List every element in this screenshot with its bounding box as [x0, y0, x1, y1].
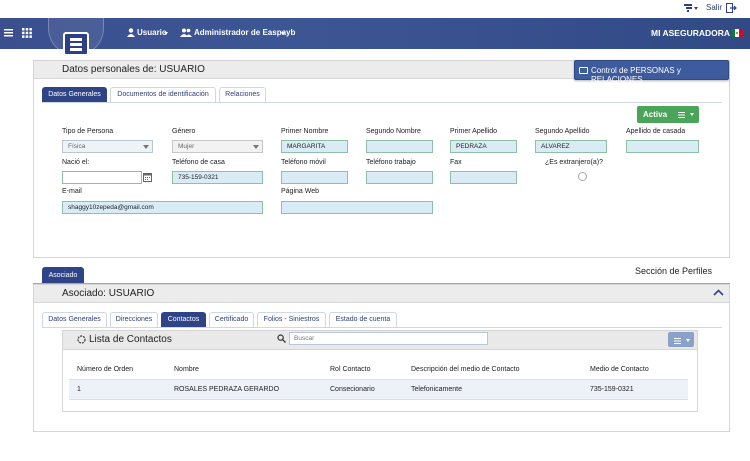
primer-nombre-label: Primer Nombre [281, 128, 329, 135]
tab-asociado[interactable]: Asociado [42, 267, 84, 283]
col-nombre: Nombre [174, 366, 199, 373]
apellido-casada-field[interactable] [626, 140, 699, 153]
primer-nombre-field[interactable]: MARGARITA [281, 140, 348, 153]
page-title: Datos personales de: USUARIO [62, 64, 205, 75]
search-icon [277, 334, 286, 343]
tab-folios[interactable]: Folios - Siniestros [257, 312, 326, 327]
primer-apellido-label: Primer Apellido [450, 128, 498, 135]
segundo-nombre-field[interactable] [366, 140, 433, 153]
tel-trabajo-label: Teléfono trabajo [366, 159, 416, 166]
cell-medio-contacto: 735-159-0321 [590, 386, 634, 393]
tel-casa-field[interactable]: 735-159-0321 [172, 171, 263, 184]
notification-icon[interactable] [683, 3, 693, 13]
fax-field[interactable] [450, 171, 517, 184]
tab-direcciones[interactable]: Direcciones [110, 312, 158, 327]
tipo-persona-label: Tipo de Persona [62, 128, 114, 135]
associate-title: Asociado: USUARIO [62, 288, 155, 299]
col-rol-contacto: Rol Contacto [330, 366, 371, 373]
tel-trabajo-field[interactable] [366, 171, 433, 184]
segundo-nombre-label: Segundo Nombre [366, 128, 421, 135]
exit-link[interactable]: Salir [706, 3, 722, 12]
main-navbar: Usuario Administrador de Easpayb MI ASEG… [0, 16, 750, 56]
fax-label: Fax [450, 159, 462, 166]
genero-value: Mujer [178, 143, 195, 150]
mexico-flag-icon[interactable] [731, 29, 743, 37]
tab-relaciones[interactable]: Relaciones [219, 87, 266, 102]
status-active-button[interactable]: Activa [637, 106, 699, 123]
birthdate-field[interactable] [62, 171, 142, 184]
cell-nombre: ROSALES PEDRAZA GERARDO [174, 386, 280, 393]
contacts-menu-button[interactable] [668, 332, 694, 347]
genero-label: Género [172, 128, 196, 135]
list-icon [678, 111, 685, 118]
tab-divider [42, 102, 722, 103]
notification-caret-icon[interactable] [694, 7, 698, 10]
tab-divider [42, 327, 722, 328]
chevron-down-icon [690, 113, 694, 116]
refresh-icon[interactable] [77, 335, 86, 344]
col-medio-contacto: Medio de Contacto [590, 366, 649, 373]
tipo-persona-value: Física [68, 143, 86, 150]
cell-descripcion-medio: Telefonicamente [411, 386, 462, 393]
apellido-casada-label: Apellido de casada [626, 128, 686, 135]
id-card-icon [579, 67, 588, 74]
tab-assoc-datos-generales[interactable]: Datos Generales [42, 312, 107, 327]
cell-rol-contacto: Consecionario [330, 386, 375, 393]
tel-casa-label: Teléfono de casa [172, 159, 225, 166]
users-group-icon [180, 28, 192, 37]
tipo-persona-select[interactable]: Física [62, 140, 153, 153]
select-caret-icon [253, 145, 259, 149]
user-menu[interactable]: Usuario [137, 28, 167, 37]
select-caret-icon [143, 145, 149, 149]
primer-apellido-field[interactable]: PEDRAZA [450, 140, 517, 153]
tab-contactos[interactable]: Contactos [161, 312, 206, 327]
genero-select[interactable]: Mujer [172, 140, 263, 153]
list-icon [674, 337, 681, 344]
tab-certificado[interactable]: Certificado [209, 312, 254, 327]
email-field[interactable]: shaggy10zepeda@gmail.com [62, 201, 263, 214]
apps-grid-icon[interactable] [22, 28, 32, 38]
brand-name: MI ASEGURADORA [651, 28, 731, 38]
company-logo[interactable] [63, 32, 89, 56]
logout-icon[interactable] [726, 3, 737, 13]
control-personas-button[interactable]: Control de PERSONAS y RELACIONES [574, 60, 729, 84]
col-descripcion-medio: Descripción del medio de Contacto [411, 366, 520, 373]
collapse-chevron-icon[interactable] [713, 289, 724, 296]
cell-numero-orden: 1 [77, 386, 81, 393]
tel-movil-label: Teléfono móvil [281, 159, 326, 166]
segundo-apellido-label: Segundo Apellido [535, 128, 590, 135]
contacts-list-title: Lista de Contactos [89, 334, 172, 345]
extranjero-label: ¿Es extranjero(a)? [545, 159, 603, 166]
hamburger-icon[interactable] [4, 29, 13, 37]
email-label: E-mail [62, 188, 82, 195]
web-label: Página Web [281, 188, 320, 195]
status-label: Activa [643, 110, 668, 119]
chevron-down-icon [164, 32, 168, 35]
control-personas-label: Control de PERSONAS y RELACIONES [591, 66, 681, 84]
calendar-icon[interactable] [143, 172, 152, 182]
chevron-down-icon [281, 32, 285, 35]
user-icon [127, 28, 135, 37]
web-field[interactable] [281, 201, 433, 214]
chevron-down-icon [686, 339, 690, 342]
nacio-label: Nació el: [62, 159, 90, 166]
tab-estado-cuenta[interactable]: Estado de cuenta [329, 312, 397, 327]
col-numero-orden: Número de Orden [77, 366, 134, 373]
tel-movil-field[interactable] [281, 171, 348, 184]
profiles-section-title: Sección de Perfiles [635, 266, 713, 276]
tab-datos-generales[interactable]: Datos Generales [42, 87, 107, 102]
segundo-apellido-field[interactable]: ALVAREZ [535, 140, 607, 153]
tab-documentos[interactable]: Documentos de identificación [110, 87, 216, 102]
contacts-search-input[interactable] [289, 332, 488, 345]
extranjero-radio[interactable] [578, 172, 587, 181]
top-utility-bar: Salir [0, 0, 750, 18]
